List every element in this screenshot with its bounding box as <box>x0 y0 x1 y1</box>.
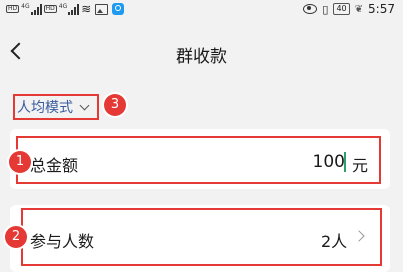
eye-icon <box>303 4 318 14</box>
network-type-2: 4G <box>58 3 68 10</box>
hd-icon: HD <box>43 5 57 13</box>
annotation-badge-2: 2 <box>5 226 27 248</box>
image-icon <box>95 3 109 15</box>
status-time: 5:57 <box>368 2 395 16</box>
annotation-badge-1: 1 <box>9 151 31 173</box>
battery-icon: 40 <box>333 3 350 15</box>
annotation-badge-3: 3 <box>104 94 126 116</box>
hd-icon: HD <box>6 5 20 13</box>
mode-label: 人均模式 <box>17 100 73 116</box>
chevron-down-icon <box>79 100 90 110</box>
mute-icon: ▯ <box>322 2 329 16</box>
app-icon <box>112 3 125 15</box>
mode-selector[interactable]: 人均模式 <box>13 94 99 120</box>
annotation-box-2 <box>21 208 382 266</box>
signal-icon <box>68 3 80 15</box>
leaf-icon: ❦ <box>354 3 364 15</box>
status-bar: HD 4G HD 4G ≋ ▯ 40 ❦ 5:57 <box>0 0 403 22</box>
network-type: 4G <box>21 3 30 10</box>
title-bar: 群收款 <box>0 30 403 74</box>
page-title: 群收款 <box>176 47 227 67</box>
wifi-icon: ≋ <box>81 2 92 16</box>
signal-icon <box>30 3 42 15</box>
status-right: ▯ 40 ❦ 5:57 <box>303 2 395 16</box>
status-left: HD 4G HD 4G ≋ <box>6 2 125 16</box>
annotation-box-1 <box>16 136 381 184</box>
